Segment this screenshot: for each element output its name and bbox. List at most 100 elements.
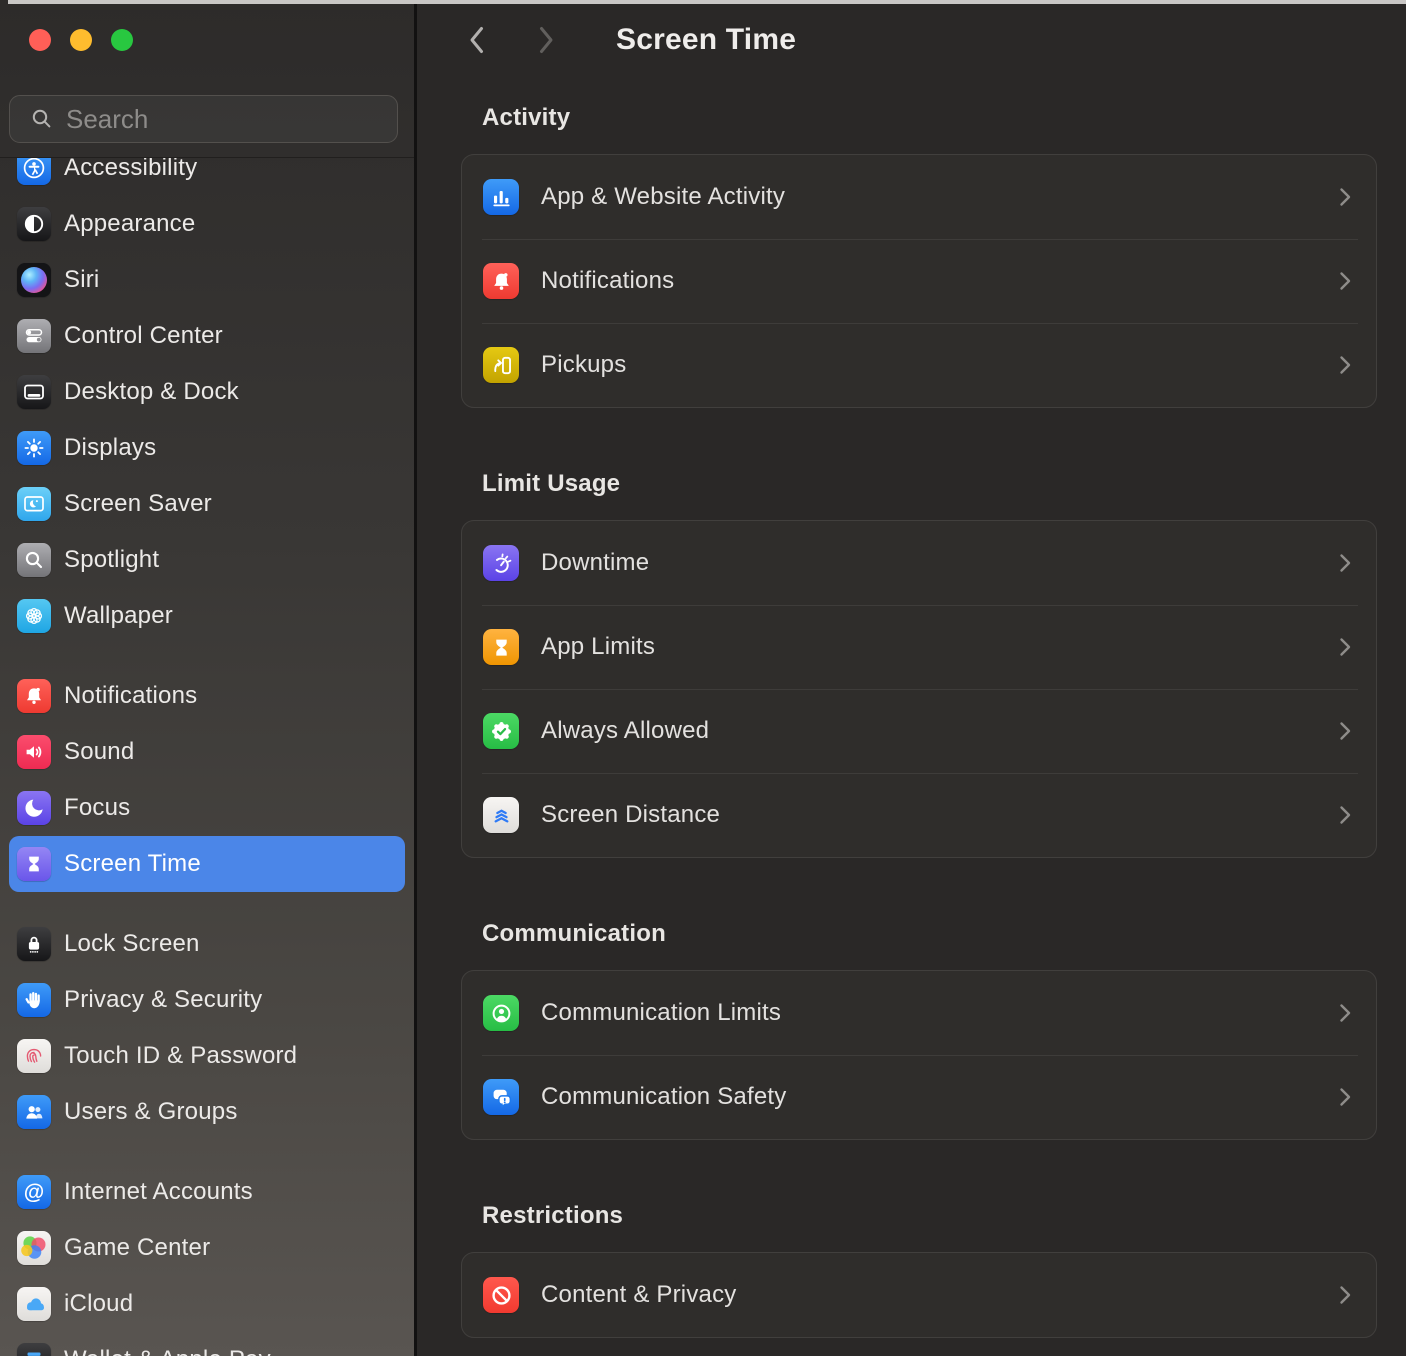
chevron-right-icon [1339,187,1351,207]
chevron-right-icon [1339,637,1351,657]
sidebar-item-displays[interactable]: Displays [9,420,405,476]
row-communication-safety[interactable]: Communication Safety [462,1055,1376,1139]
sidebar-item-lock-screen[interactable]: Lock Screen [9,916,405,972]
bar-chart-icon [483,179,519,215]
sidebar-group: Accessibility Appearance Siri [9,157,405,644]
sidebar-item-label: Accessibility [64,157,197,182]
sidebar-item-label: Lock Screen [64,930,200,958]
sidebar-item-label: Wallpaper [64,602,173,630]
sidebar: Accessibility Appearance Siri [0,0,417,1356]
privacy-security-icon [17,983,51,1017]
displays-icon [17,431,51,465]
content: Activity App & Website Activity [417,104,1406,1338]
row-app-limits[interactable]: App Limits [462,605,1376,689]
sidebar-item-sound[interactable]: Sound [9,724,405,780]
downtime-clock-icon [483,545,519,581]
section-title-restrictions: Restrictions [482,1202,1377,1230]
row-label: Pickups [541,351,1339,379]
row-screen-distance[interactable]: Screen Distance [462,773,1376,857]
sidebar-list: Accessibility Appearance Siri [0,157,414,1356]
chevron-right-icon [1339,553,1351,573]
sidebar-item-focus[interactable]: Focus [9,780,405,836]
sidebar-item-icloud[interactable]: iCloud [9,1276,405,1332]
sidebar-item-wallpaper[interactable]: Wallpaper [9,588,405,644]
sidebar-item-accessibility[interactable]: Accessibility [9,157,405,196]
chevron-right-icon [538,25,556,55]
sidebar-item-screen-time[interactable]: Screen Time [9,836,405,892]
phone-pickup-icon [483,347,519,383]
sidebar-item-label: Wallet & Apple Pay [64,1346,271,1356]
sidebar-item-label: Appearance [64,210,195,238]
row-label: App Limits [541,633,1339,661]
hourglass-icon [483,629,519,665]
sidebar-item-label: Screen Time [64,850,201,878]
sidebar-item-label: Desktop & Dock [64,378,239,406]
row-notifications[interactable]: Notifications [462,239,1376,323]
row-communication-limits[interactable]: Communication Limits [462,971,1376,1055]
sidebar-item-wallet[interactable]: Wallet & Apple Pay [9,1332,405,1356]
chevron-left-icon [467,25,485,55]
minimize-button[interactable] [70,29,92,51]
search-input[interactable] [64,103,403,136]
row-label: Content & Privacy [541,1281,1339,1309]
restrictions-card: Content & Privacy [461,1252,1377,1338]
spotlight-icon [17,543,51,577]
appearance-icon [17,207,51,241]
header: Screen Time [417,0,1406,78]
person-circle-icon [483,995,519,1031]
sidebar-item-label: Notifications [64,682,197,710]
row-label: App & Website Activity [541,183,1339,211]
row-pickups[interactable]: Pickups [462,323,1376,407]
sidebar-item-appearance[interactable]: Appearance [9,196,405,252]
sidebar-item-label: Displays [64,434,156,462]
search-icon [30,107,54,131]
sidebar-item-siri[interactable]: Siri [9,252,405,308]
control-center-icon [17,319,51,353]
sidebar-item-touch-id[interactable]: Touch ID & Password [9,1028,405,1084]
row-downtime[interactable]: Downtime [462,521,1376,605]
chevron-right-icon [1339,1003,1351,1023]
row-label: Always Allowed [541,717,1339,745]
sidebar-item-privacy-security[interactable]: Privacy & Security [9,972,405,1028]
main-panel: Screen Time Activity App & Website Ac [417,0,1406,1356]
page-title: Screen Time [616,23,796,57]
sidebar-item-label: iCloud [64,1290,133,1318]
zoom-button[interactable] [111,29,133,51]
sidebar-item-users-groups[interactable]: Users & Groups [9,1084,405,1140]
limit-usage-card: Downtime App Limits [461,520,1377,858]
sidebar-item-control-center[interactable]: Control Center [9,308,405,364]
sidebar-item-label: Game Center [64,1234,210,1262]
sidebar-item-label: Spotlight [64,546,159,574]
sidebar-item-game-center[interactable]: Game Center [9,1220,405,1276]
section-title-limit-usage: Limit Usage [482,470,1377,498]
row-content-privacy[interactable]: Content & Privacy [462,1253,1376,1337]
row-app-website-activity[interactable]: App & Website Activity [462,155,1376,239]
row-always-allowed[interactable]: Always Allowed [462,689,1376,773]
siri-icon [17,263,51,297]
sidebar-item-screen-saver[interactable]: Screen Saver [9,476,405,532]
sidebar-item-internet-accounts[interactable]: @ Internet Accounts [9,1164,405,1220]
chevron-right-icon [1339,805,1351,825]
screen-time-icon [17,847,51,881]
screen-saver-icon [17,487,51,521]
row-divider [482,323,1358,324]
sidebar-item-label: Privacy & Security [64,986,262,1014]
sidebar-item-desktop-dock[interactable]: Desktop & Dock [9,364,405,420]
close-button[interactable] [29,29,51,51]
accessibility-icon [17,157,51,185]
search-field[interactable] [9,95,398,143]
forward-button[interactable] [530,20,564,60]
sidebar-item-notifications[interactable]: Notifications [9,668,405,724]
sidebar-item-spotlight[interactable]: Spotlight [9,532,405,588]
back-button[interactable] [459,20,493,60]
game-center-icon [17,1231,51,1265]
row-divider [482,773,1358,774]
row-label: Communication Limits [541,999,1339,1027]
row-label: Downtime [541,549,1339,577]
row-label: Notifications [541,267,1339,295]
chevron-right-icon [1339,721,1351,741]
focus-icon [17,791,51,825]
row-label: Communication Safety [541,1083,1339,1111]
activity-card: App & Website Activity Notifications [461,154,1377,408]
row-divider [482,605,1358,606]
